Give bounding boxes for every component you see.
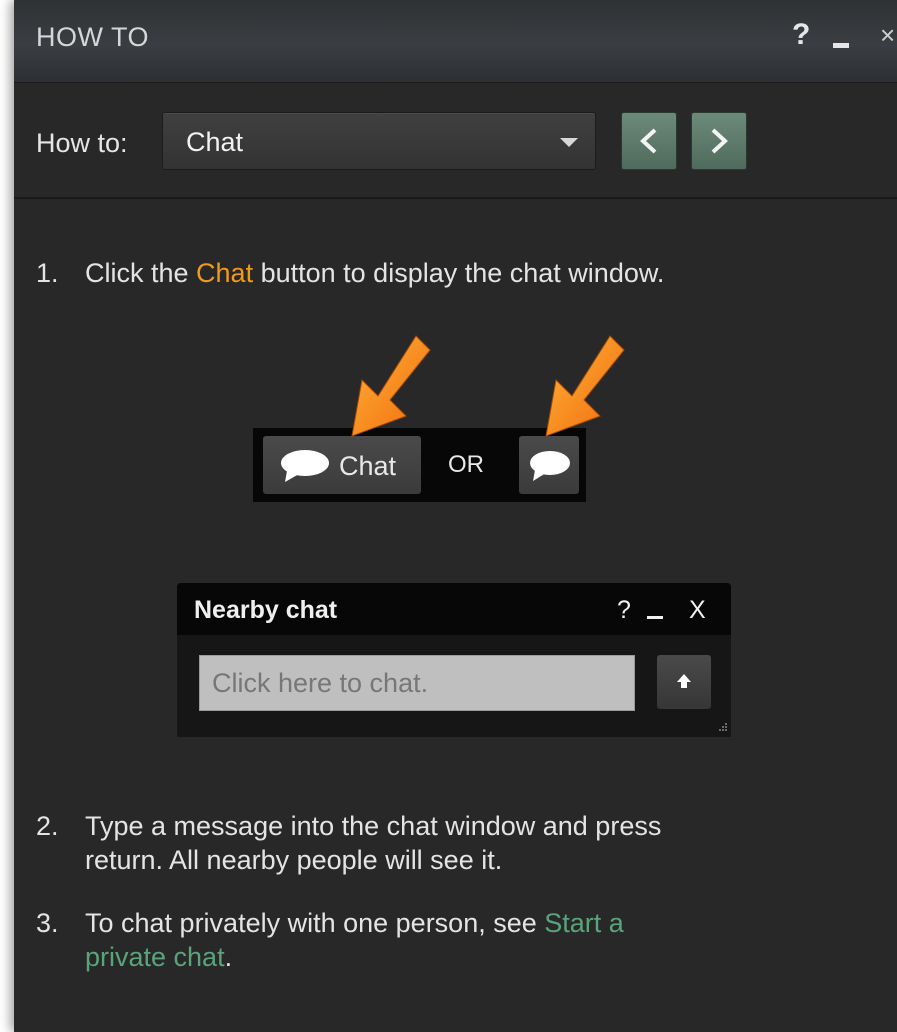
chat-highlight: Chat <box>196 258 254 288</box>
question-icon[interactable]: ? <box>792 18 810 52</box>
step-text-part: . <box>224 942 233 972</box>
nearby-chat-illustration: Nearby chat ? X Click here to chat. <box>177 583 731 737</box>
step-number: 1. <box>36 258 59 288</box>
how-to-window: HOW TO ? × How to: Chat 1. Click the Cha… <box>14 0 897 1032</box>
arrow-up-icon <box>677 674 691 688</box>
example-chat-button: Chat <box>263 436 421 494</box>
step-text: To chat privately with one person, see S… <box>85 906 624 974</box>
next-topic-button[interactable] <box>691 112 747 170</box>
or-label: OR <box>448 451 484 478</box>
resize-grip-icon <box>719 723 727 731</box>
step-text-line: Type a message into the chat window and … <box>85 811 662 841</box>
step-text-part: button to display the chat window. <box>253 258 665 288</box>
nearby-chat-title: Nearby chat <box>194 596 338 624</box>
step-number: 3. <box>36 908 59 938</box>
step-text-line: return. All nearby people will see it. <box>85 845 503 875</box>
nearby-chat-header: Nearby chat ? X <box>177 583 731 635</box>
step-text-line: To chat privately with one person, see <box>85 908 545 938</box>
chevron-left-icon <box>640 128 657 154</box>
divider <box>14 197 897 199</box>
topic-dropdown[interactable]: Chat <box>162 112 596 170</box>
window-title: HOW TO <box>36 22 150 52</box>
step-3: 3. To chat privately with one person, se… <box>36 906 876 978</box>
close-icon: X <box>689 596 706 624</box>
step-text-part: Click the <box>85 258 197 288</box>
minimize-icon[interactable] <box>833 43 849 48</box>
step-text: Click the Chat button to display the cha… <box>85 256 664 290</box>
speech-bubble-icon <box>281 450 329 482</box>
step-1: 1. Click the Chat button to display the … <box>36 256 876 296</box>
send-button-example <box>657 655 711 709</box>
title-bar[interactable]: HOW TO ? × <box>14 0 897 83</box>
example-chat-label: Chat <box>339 451 397 481</box>
question-icon: ? <box>617 596 631 624</box>
chat-input-example: Click here to chat. <box>199 655 635 711</box>
how-to-label: How to: <box>36 128 128 158</box>
start-private-chat-link[interactable]: Start a <box>544 908 624 938</box>
arrow-down-icon <box>545 335 625 437</box>
previous-topic-button[interactable] <box>621 112 677 170</box>
step-text: Type a message into the chat window and … <box>85 809 661 877</box>
arrow-down-icon <box>351 335 431 437</box>
example-chat-icon-button <box>519 436 579 494</box>
step-2: 2. Type a message into the chat window a… <box>36 809 876 881</box>
chevron-right-icon <box>711 128 728 154</box>
close-icon[interactable]: × <box>880 20 895 51</box>
speech-bubble-icon <box>530 451 570 481</box>
topic-dropdown-value: Chat <box>186 127 244 157</box>
how-to-row: How to: Chat <box>14 112 897 172</box>
minimize-icon <box>647 616 663 619</box>
dropdown-caret-icon <box>560 138 578 147</box>
start-private-chat-link[interactable]: private chat <box>85 942 225 972</box>
step-number: 2. <box>36 811 59 841</box>
